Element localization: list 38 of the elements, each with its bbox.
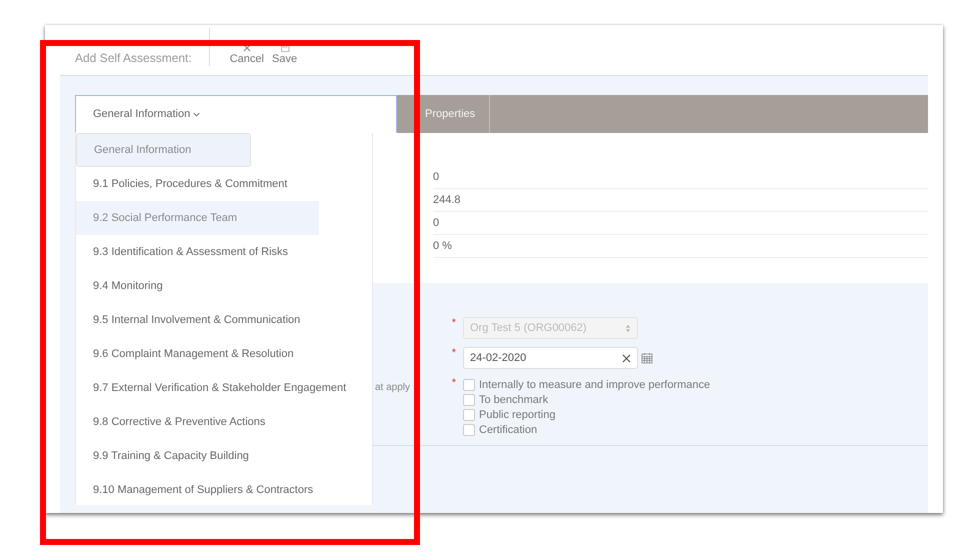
menu-item[interactable]: 9.5 Internal Involvement & Communication xyxy=(76,303,372,337)
checkbox[interactable] xyxy=(463,394,475,406)
checkbox-option[interactable]: Public reporting xyxy=(463,407,710,422)
checkbox[interactable] xyxy=(463,408,475,420)
field-label: at apply xyxy=(374,382,410,393)
menu-item[interactable]: 9.2 Social Performance Team xyxy=(76,201,319,235)
menu-item[interactable]: 9.1 Policies, Procedures & Commitment xyxy=(76,167,372,201)
checkbox-option[interactable]: Internally to measure and improve performance xyxy=(463,377,710,392)
sort-icon xyxy=(625,324,631,332)
value-text: 0 xyxy=(433,217,440,229)
menu-item[interactable]: 9.7 External Verification & Stakeholder Engagement xyxy=(76,371,372,405)
menu-item[interactable]: 9.10 Management of Suppliers & Contractors xyxy=(76,473,372,507)
cancel-button[interactable]: Cancel xyxy=(226,43,268,65)
checkbox[interactable] xyxy=(463,378,475,390)
value-text: 0 % xyxy=(433,240,452,252)
floppy-icon xyxy=(280,43,290,53)
checkbox[interactable] xyxy=(463,424,475,436)
calendar-icon[interactable] xyxy=(641,352,653,364)
required-mark: * xyxy=(452,347,456,359)
date-field[interactable]: 24-02-2020 xyxy=(463,347,638,369)
checkbox-option[interactable]: Certification xyxy=(463,422,710,437)
section-dropdown[interactable]: General Information xyxy=(75,95,397,133)
menu-item[interactable]: 9.3 Identification & Assessment of Risks xyxy=(76,235,372,269)
checkbox-option[interactable]: To benchmark xyxy=(463,392,710,407)
menu-item[interactable]: 9.9 Training & Capacity Building xyxy=(76,439,372,473)
required-mark: * xyxy=(452,377,456,389)
required-mark: * xyxy=(452,317,456,329)
menu-item[interactable]: 9.4 Monitoring xyxy=(76,269,372,303)
menu-item[interactable]: 9.6 Complaint Management & Resolution xyxy=(76,337,372,371)
menu-item[interactable]: General Information xyxy=(76,133,251,167)
value-text: 244.8 xyxy=(433,194,461,206)
chevron-down-icon xyxy=(193,112,200,116)
value-text: 0 xyxy=(433,171,440,183)
page-title: Add Self Assessment: xyxy=(75,51,192,65)
save-button[interactable]: Save xyxy=(268,43,302,65)
clear-icon[interactable] xyxy=(622,354,631,362)
menu-item[interactable]: 9.8 Corrective & Preventive Actions xyxy=(76,405,372,439)
close-icon xyxy=(242,43,252,53)
